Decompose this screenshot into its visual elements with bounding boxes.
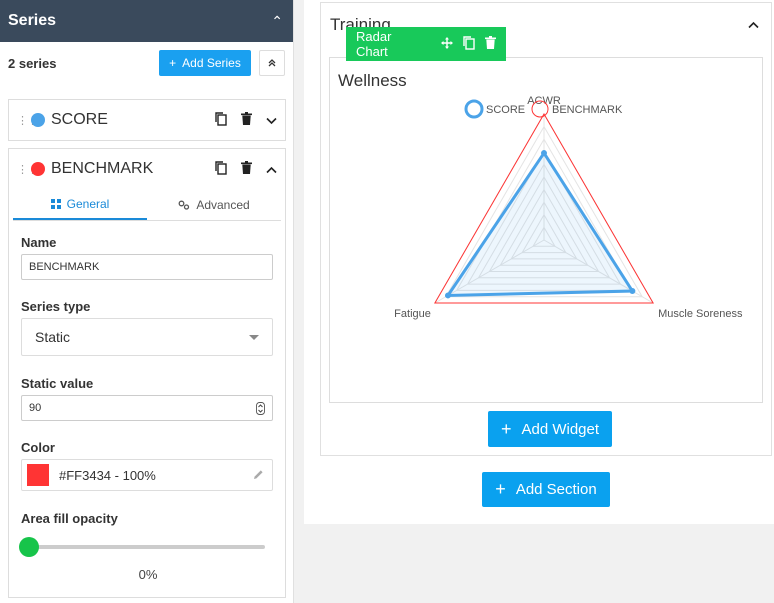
add-widget-label: Add Widget — [521, 420, 600, 438]
color-picker[interactable]: #FF3434 - 100% — [21, 459, 273, 491]
name-label: Name — [21, 235, 57, 250]
trash-icon[interactable] — [485, 36, 496, 52]
radar-axis-label: Fatigue — [394, 308, 431, 320]
name-input[interactable]: BENCHMARK — [21, 254, 273, 280]
series-card-header[interactable]: ⋮⋮ BENCHMARK — [9, 149, 285, 189]
pencil-icon[interactable] — [253, 468, 264, 483]
series-count-row: 2 series + Add Series — [8, 50, 285, 76]
tab-general[interactable]: General — [13, 189, 147, 220]
static-value-label: Static value — [21, 376, 94, 391]
section-card: Training Radar Chart Wellness ACWR Muscle… — [320, 2, 772, 456]
name-input-value: BENCHMARK — [29, 261, 100, 273]
series-name: SCORE — [51, 111, 108, 128]
series-count: 2 series — [8, 55, 57, 71]
opacity-slider-track[interactable] — [29, 545, 265, 549]
static-value-input[interactable]: 90 — [21, 395, 273, 421]
series-panel-header[interactable]: Series ⌃ — [0, 0, 293, 42]
series-card-benchmark: ⋮⋮ BENCHMARK General Advanced Name BENCH… — [8, 148, 286, 598]
series-color-dot — [31, 113, 45, 127]
drag-handle-icon[interactable]: ⋮⋮ — [17, 114, 38, 127]
add-section-label: Add Section — [515, 481, 597, 498]
plus-icon: + — [495, 479, 506, 499]
plus-icon: + — [169, 56, 177, 70]
radar-point — [444, 292, 451, 299]
trash-icon[interactable] — [241, 112, 252, 128]
add-series-label: Add Series — [182, 56, 241, 70]
series-card-score: ⋮⋮ SCORE — [8, 99, 286, 141]
grid-icon — [50, 198, 61, 209]
series-name: BENCHMARK — [51, 160, 154, 177]
radar-point — [629, 288, 636, 295]
color-swatch[interactable] — [27, 464, 49, 486]
trash-icon[interactable] — [241, 161, 252, 177]
spinner-icon[interactable] — [256, 401, 265, 415]
radar-chart-widget[interactable]: Wellness ACWR Muscle Soreness Fatigue SCORE… — [329, 57, 763, 403]
move-icon[interactable] — [441, 36, 453, 52]
legend-marker — [464, 99, 484, 119]
widget-type-label: Radar Chart — [356, 29, 392, 59]
caret-down-icon — [249, 334, 259, 340]
gears-icon — [178, 200, 190, 210]
drag-handle-icon[interactable]: ⋮⋮ — [17, 163, 38, 176]
plus-icon: + — [500, 418, 512, 439]
copy-icon[interactable] — [463, 35, 475, 53]
legend-label: SCORE — [486, 104, 525, 116]
chevron-up-icon[interactable] — [748, 17, 759, 32]
tab-general-label: General — [66, 196, 110, 211]
collapse-all-button[interactable] — [259, 50, 285, 76]
series-panel: Series ⌃ 2 series + Add Series ⋮⋮ SCORE — [0, 0, 294, 603]
dashboard-canvas: Training Radar Chart Wellness ACWR Muscle… — [304, 0, 774, 524]
chevron-up-icon[interactable] — [266, 162, 277, 177]
series-panel-title: Series — [8, 12, 57, 29]
radar-point — [541, 150, 547, 157]
add-section-button[interactable]: + Add Section — [482, 472, 610, 507]
color-label: Color — [21, 440, 55, 455]
color-value: #FF3434 - 100% — [59, 467, 156, 483]
copy-icon[interactable] — [215, 111, 227, 129]
series-type-value: Static — [35, 329, 71, 345]
series-card-header[interactable]: ⋮⋮ SCORE — [9, 100, 285, 140]
widget-toolbar[interactable]: Radar Chart — [346, 27, 506, 61]
copy-icon[interactable] — [215, 160, 227, 178]
area-fill-opacity-label: Area fill opacity — [21, 511, 118, 526]
static-value: 90 — [29, 402, 42, 414]
radar-axis-label: Muscle Soreness — [658, 308, 743, 320]
add-series-button[interactable]: + Add Series — [159, 50, 251, 76]
opacity-slider-thumb[interactable] — [19, 537, 39, 557]
opacity-value: 0% — [138, 567, 158, 582]
chevron-down-icon[interactable] — [266, 113, 277, 128]
tab-advanced[interactable]: Advanced — [147, 189, 281, 220]
series-color-dot — [31, 162, 45, 176]
series-type-select[interactable]: Static — [21, 318, 273, 356]
tab-advanced-label: Advanced — [196, 197, 250, 212]
chevron-up-icon[interactable]: ⌃ — [271, 13, 283, 30]
double-chevron-up-icon — [268, 59, 276, 67]
radar-series-score — [445, 150, 636, 298]
legend-label: BENCHMARK — [552, 104, 623, 116]
add-widget-button[interactable]: + Add Widget — [488, 411, 612, 447]
series-type-label: Series type — [21, 299, 91, 314]
series-editor-tabs: General Advanced — [13, 189, 281, 221]
radar-chart: ACWRMuscle SorenessFatigueSCORE BENCHMARK — [394, 95, 743, 320]
